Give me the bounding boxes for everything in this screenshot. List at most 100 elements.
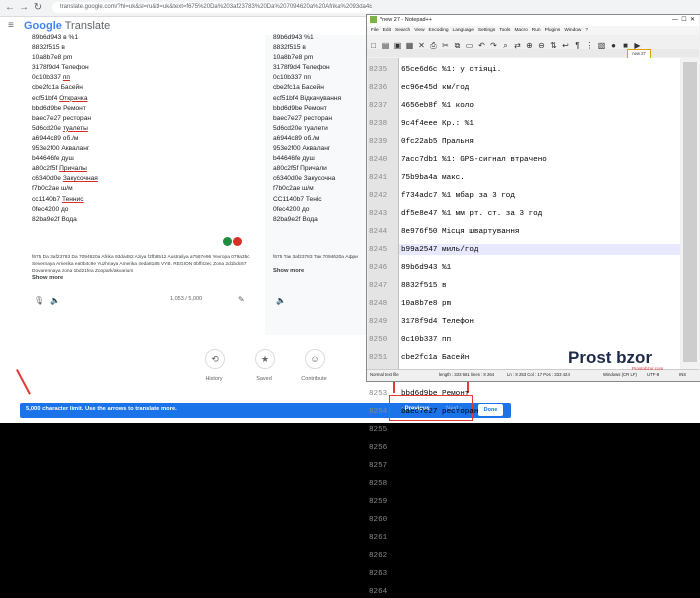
editor-lines[interactable]: 8235 65ce6d6c %1: у стіяці. 8236 ec96e45d к… [369, 58, 679, 598]
menu-item[interactable]: File [371, 28, 379, 33]
editor-line[interactable]: 8241 75b9ba4a макс. [369, 166, 679, 184]
menu-item[interactable]: Search [395, 28, 410, 33]
editor-line[interactable]: 8248 10a8b7e8 pm [369, 292, 679, 310]
menu-item[interactable]: Encoding [429, 28, 449, 33]
editor-line[interactable]: 8247 8832f515 в [369, 274, 679, 292]
editor-line[interactable]: 8249 3178f9d4 Телефон [369, 310, 679, 328]
source-line: 3178f9d4 Телефон [32, 64, 89, 72]
source-line: c6340d0e Закусочная [32, 175, 98, 183]
history-label[interactable]: History [189, 376, 239, 382]
editor-line[interactable]: 8258 b44646fe душ [369, 472, 679, 490]
editor-line[interactable]: 8237 4656eb8f %1 коло [369, 94, 679, 112]
editor-line[interactable]: 8239 0fc22ab5 Пральня [369, 130, 679, 148]
line-number: 8259 [369, 498, 388, 506]
menu-item[interactable]: View [414, 28, 424, 33]
line-number: 8242 [369, 192, 388, 200]
show-more-link[interactable]: Show more [273, 268, 304, 274]
show-more-link[interactable]: Show more [32, 275, 63, 281]
status-insert-mode: INS [679, 372, 687, 377]
editor-line[interactable]: 8244 8e976f50 Місця швартування [369, 220, 679, 238]
line-number: 8264 [369, 588, 388, 596]
line-number: 8258 [369, 480, 388, 488]
microphone-icon[interactable]: 🎙 [34, 296, 44, 305]
editor-line[interactable]: 8264 82ba9e2f Вода [369, 580, 679, 598]
line-text: f7b0c2ae ш/м [401, 534, 456, 542]
pen-icon[interactable]: ✎ [238, 295, 245, 304]
google-translate-logo[interactable]: Google Translate [24, 20, 110, 32]
line-text: a6944c89 об./м [401, 444, 465, 452]
star-icon[interactable]: ★ [255, 349, 275, 369]
line-text: bbd6d9be Ремонт [401, 390, 470, 398]
editor-line[interactable]: 8257 953e2f00 Акваланг [369, 454, 679, 472]
speaker-icon[interactable]: 🔈 [276, 296, 286, 305]
saved-label[interactable]: Saved [239, 376, 289, 382]
editor-line[interactable]: 8245 b99a2547 миль/год [369, 238, 679, 256]
line-text: 89b6d943 %1 [401, 264, 452, 272]
menu-item[interactable]: Language [453, 28, 474, 33]
menu-item[interactable]: ? [585, 28, 588, 33]
grammarly-icon[interactable] [223, 237, 232, 246]
editor-line[interactable]: 8254 baec7e27 ресторан [369, 400, 679, 418]
menu-item[interactable]: Settings [478, 28, 495, 33]
editor-line[interactable]: 8256 a6944c89 об./м [369, 436, 679, 454]
line-number: 8255 [369, 426, 388, 434]
line-text: 0c10b337 пп [401, 336, 452, 344]
source-line: ecf51bf4 Открачка [32, 94, 88, 102]
menu-item[interactable]: Run [532, 28, 541, 33]
editor-line[interactable]: 8242 f734adc7 %1 мбар за 3 год [369, 184, 679, 202]
history-icon[interactable]: ⟲ [205, 349, 225, 369]
forward-icon[interactable]: → [18, 2, 30, 14]
target-line: a6944c89 об./м [273, 134, 320, 142]
target-line: 3178f9d4 Телефон [273, 64, 330, 72]
scrollbar-thumb[interactable] [683, 62, 697, 362]
editor-line[interactable]: 8240 7acc7db1 %1: GPS-сигнал втрачено [369, 148, 679, 166]
extension-icon[interactable] [233, 237, 242, 246]
speaker-icon[interactable]: 🔈 [50, 296, 60, 305]
line-text: 75b9ba4a макс. [401, 174, 465, 182]
line-number: 8257 [369, 462, 388, 470]
editor-line[interactable]: 8255 5d6cd20e туалети [369, 418, 679, 436]
line-text: f734adc7 %1 мбар за 3 год [401, 192, 515, 200]
line-number: 8251 [369, 354, 388, 362]
status-eol: Windows (CR LF) [603, 372, 637, 377]
people-icon[interactable]: ☺ [305, 349, 325, 369]
line-number: 8237 [369, 102, 388, 110]
menu-item[interactable]: Window [564, 28, 581, 33]
line-number: 8241 [369, 174, 388, 182]
line-number: 8243 [369, 210, 388, 218]
line-text: 7acc7db1 %1: GPS-сигнал втрачено [401, 156, 547, 164]
menu-item[interactable]: Edit [383, 28, 391, 33]
character-limit-text: 5,000 character limit. Use the arrows to… [26, 406, 177, 412]
character-count: 1,053 / 5,000 [170, 296, 203, 302]
line-text: 8e976f50 Місця швартування [401, 228, 520, 236]
url-field[interactable]: translate.google.com/?hl=uk&sl=ru&tl=uk&… [52, 2, 372, 13]
window-controls[interactable]: — ☐ ✕ [672, 15, 695, 26]
menu-item[interactable]: Macro [514, 28, 527, 33]
editor-line[interactable]: 8236 ec96e45d км/год [369, 76, 679, 94]
notepad-toolbar: □ ▤ ▣ ▦ ✕ ⎙ ✂ ⧉ ▭ ↶ ↷ ⌕ ⇄ ⊕ ⊖ ⇅ ↩ ¶ ⋮ ▧ ● ■ ▶ [367, 35, 699, 50]
editor-line[interactable]: 8253 bbd6d9be Ремонт [369, 382, 679, 400]
editor-line[interactable]: 8262 CC1140b7 Теніс [369, 544, 679, 562]
reload-icon[interactable]: ↻ [32, 2, 44, 14]
target-line: 5d6cd20e туалети [273, 124, 328, 132]
target-line: 0c10b337 пп [273, 74, 311, 82]
editor-line[interactable]: 8261 f7b0c2ae ш/м [369, 526, 679, 544]
editor-line[interactable]: 8263 0fec4200 до [369, 562, 679, 580]
line-text: c6340d0e Закусочна [401, 516, 484, 524]
editor-line[interactable]: 8259 a80c2f5f Причали [369, 490, 679, 508]
editor-line[interactable]: 8243 df5e8e47 %1 мм рт. ст. за 3 год [369, 202, 679, 220]
line-text: 82ba9e2f Вода [401, 588, 461, 596]
editor-line[interactable]: 8260 c6340d0e Закусочна [369, 508, 679, 526]
menu-item[interactable]: Plugins [545, 28, 561, 33]
menu-icon[interactable]: ≡ [8, 20, 14, 31]
target-line: 10a8b7e8 pm [273, 54, 314, 62]
editor-line[interactable]: 8238 9c4f4eee Кр.: %1 [369, 112, 679, 130]
editor-line[interactable]: 8235 65ce6d6c %1: у стіяці. [369, 58, 679, 76]
target-line: 953e2f00 Акваланг [273, 145, 331, 153]
editor-line[interactable]: 8246 89b6d943 %1 [369, 256, 679, 274]
source-text[interactable]: 89b6d943 в %1 8832f515 в 10a8b7e8 pm 3178f9… [32, 33, 260, 225]
editor-line[interactable]: 8250 0c10b337 пп [369, 328, 679, 346]
menu-item[interactable]: Tools [499, 28, 510, 33]
contribute-label[interactable]: Contribute [289, 376, 339, 382]
back-icon[interactable]: ← [4, 2, 16, 14]
